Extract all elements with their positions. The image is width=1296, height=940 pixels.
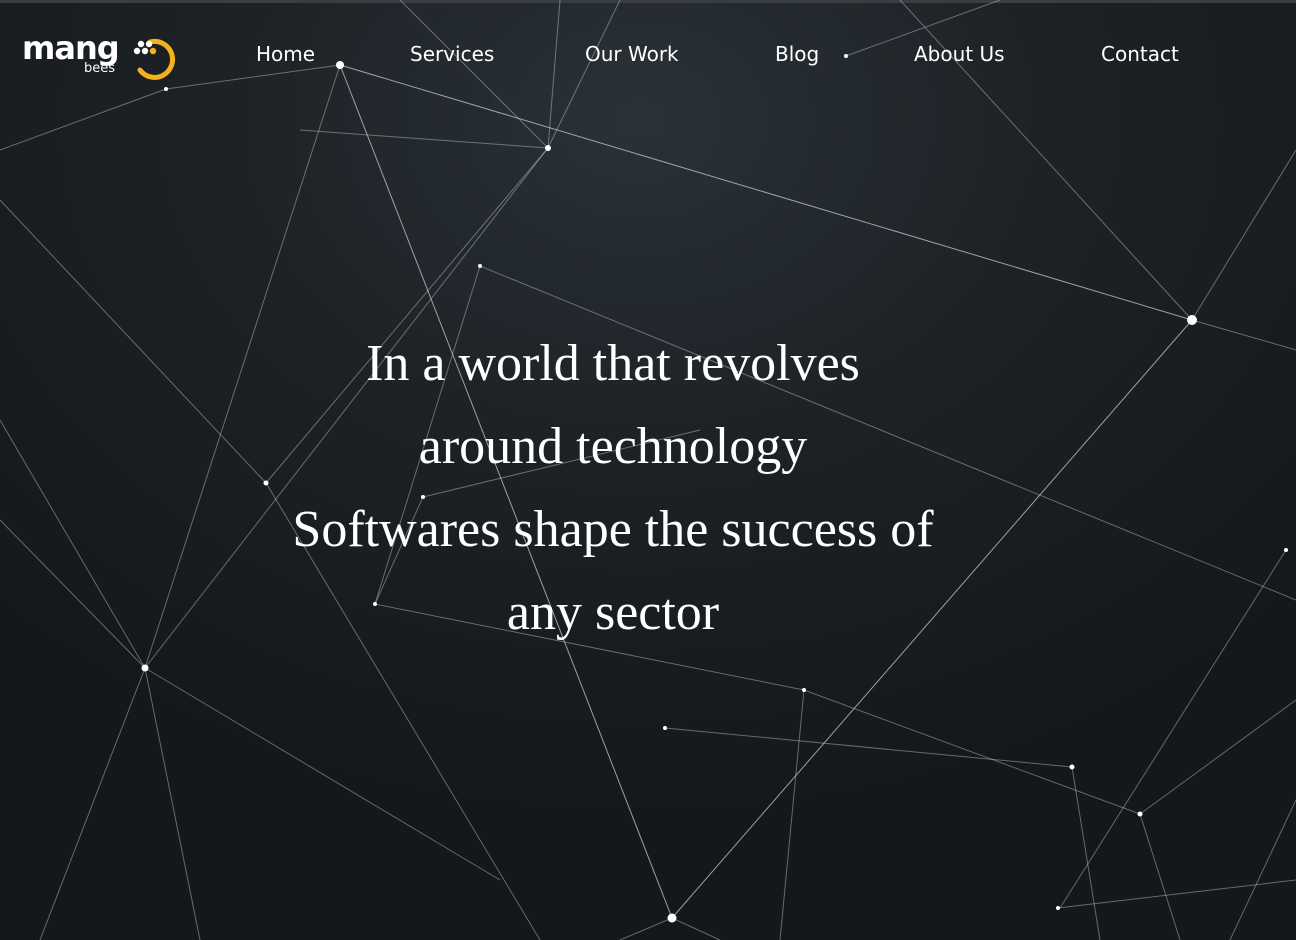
nav-services[interactable]: Services xyxy=(410,40,494,68)
hero-section: mang bees Home Services Our Work Blog Ab… xyxy=(0,0,1296,940)
nav-about-us[interactable]: About Us xyxy=(914,40,1005,68)
nav-contact[interactable]: Contact xyxy=(1101,40,1179,68)
nav-our-work[interactable]: Our Work xyxy=(585,40,679,68)
brand-logo[interactable]: mang bees xyxy=(22,30,182,82)
hero-headline: In a world that revolves around technolo… xyxy=(200,322,1026,654)
bee-honeycomb-logo-icon xyxy=(133,38,176,80)
headline-line-1: In a world that revolves xyxy=(366,335,860,392)
nav-blog[interactable]: Blog xyxy=(775,40,819,68)
headline-line-3: Softwares shape the success of xyxy=(292,501,934,558)
brand-sub: bees xyxy=(84,61,116,76)
headline-line-2: around technology xyxy=(418,418,808,475)
nav-home[interactable]: Home xyxy=(256,40,315,68)
headline-line-4: any sector xyxy=(506,584,720,641)
